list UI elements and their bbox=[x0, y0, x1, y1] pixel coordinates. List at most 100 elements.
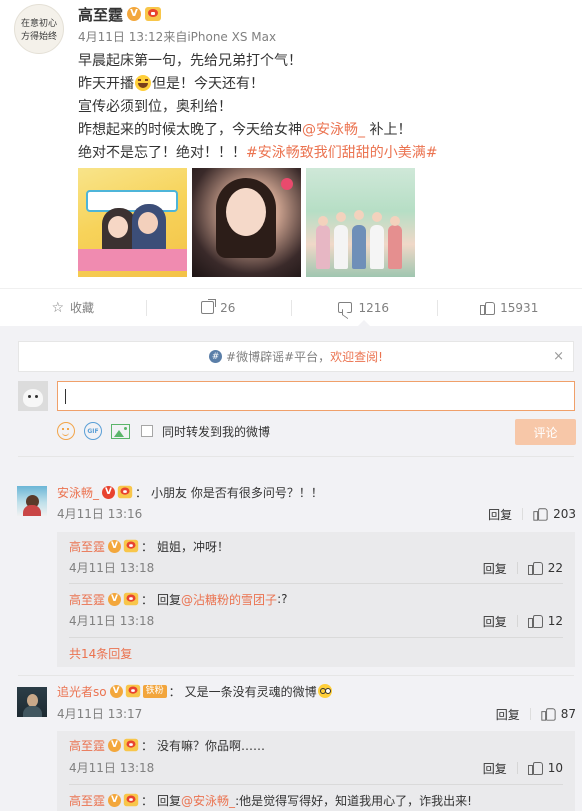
post-line: 昨想起来的时候太晚了，今天给女神@安泳畅_ 补上！ bbox=[78, 119, 568, 142]
close-icon[interactable]: × bbox=[553, 350, 564, 363]
fan-badge[interactable]: 铁粉 bbox=[142, 684, 167, 698]
like-icon[interactable] bbox=[533, 507, 548, 521]
member-icon[interactable] bbox=[123, 539, 139, 553]
member-icon[interactable] bbox=[145, 7, 162, 21]
author-avatar[interactable]: 在意初心 方得始终 bbox=[14, 4, 64, 54]
like-icon[interactable] bbox=[527, 561, 543, 575]
like-button[interactable]: 15931 bbox=[436, 289, 582, 326]
member-icon[interactable] bbox=[123, 793, 139, 807]
reply-content: 高至霆 V ： 回复 @沾糖粉的雪团子 :? bbox=[69, 590, 287, 608]
repost-checkbox[interactable] bbox=[141, 425, 153, 437]
avatar-calligraphy-line1: 在意初心 bbox=[21, 19, 58, 29]
post-time[interactable]: 4月11日 13:12 bbox=[78, 28, 163, 45]
colon-separator: ： bbox=[135, 485, 148, 500]
more-replies-link[interactable]: 共14条回复 bbox=[69, 645, 132, 662]
colon-separator: ： bbox=[141, 539, 154, 554]
member-icon[interactable] bbox=[123, 738, 139, 752]
comment-button[interactable]: 1216 bbox=[291, 289, 437, 327]
reply-box: 高至霆 V ： 姐姐，冲呀！ 4月11日 13:18 回复 22 高至霆 V ：… bbox=[57, 532, 575, 667]
reply-actions: 回复 22 bbox=[483, 560, 563, 576]
reply-content: 高至霆 V ： 没有嘛？你品啊…… bbox=[69, 736, 265, 754]
verified-icon[interactable]: V bbox=[109, 684, 123, 698]
reply-text: 没有嘛？你品啊…… bbox=[157, 738, 266, 753]
post-line: 昨天开播 但是！今天还有！ bbox=[78, 73, 568, 96]
reply-prefix: 回复 bbox=[157, 793, 182, 808]
image-icon[interactable] bbox=[111, 423, 130, 439]
mention-link[interactable]: @安泳畅_ bbox=[302, 122, 365, 138]
commenter-avatar[interactable] bbox=[17, 486, 47, 516]
glasses-emoji-icon bbox=[317, 684, 332, 698]
reply-author-name[interactable]: 高至霆 bbox=[69, 538, 105, 555]
comment-actions: 回复 203 bbox=[488, 506, 576, 522]
divider bbox=[516, 562, 518, 574]
commenter-name[interactable]: 安泳畅_ bbox=[57, 484, 99, 501]
divider bbox=[516, 615, 518, 627]
topic-link[interactable]: #安泳畅致我们甜甜的小美满# bbox=[246, 145, 437, 161]
mention-link[interactable]: @沾糖粉的雪团子 bbox=[181, 591, 277, 608]
commenter-avatar[interactable] bbox=[17, 687, 47, 717]
like-icon[interactable] bbox=[541, 707, 556, 721]
post-image-1[interactable] bbox=[78, 168, 187, 277]
reply-button[interactable]: 回复 bbox=[483, 613, 507, 630]
post-image-3[interactable] bbox=[306, 168, 415, 277]
member-icon[interactable] bbox=[123, 592, 139, 606]
repost-checkbox-label[interactable]: 同时转发到我的微博 bbox=[162, 423, 270, 440]
laugh-emoji-icon bbox=[135, 75, 151, 91]
comment-content: 安泳畅_ V ： 小朋友 你是否有很多问号？！！ bbox=[57, 483, 323, 501]
image-figure-shape bbox=[334, 225, 348, 269]
verified-icon[interactable]: V bbox=[108, 539, 122, 553]
reply-button[interactable]: 回复 bbox=[496, 706, 520, 723]
post-line: 绝对不是忘了！绝对！！！#安泳畅致我们甜甜的小美满# bbox=[78, 142, 568, 165]
like-icon[interactable] bbox=[527, 761, 543, 775]
mention-link[interactable]: @安泳畅_ bbox=[181, 792, 235, 809]
colon-separator: ： bbox=[141, 793, 154, 808]
comment-input[interactable] bbox=[57, 381, 575, 411]
colon-separator: ： bbox=[141, 592, 154, 607]
reply-author-name[interactable]: 高至霆 bbox=[69, 792, 105, 809]
commenter-name[interactable]: 追光者so bbox=[57, 683, 107, 700]
favorite-label: 收藏 bbox=[70, 301, 95, 315]
rumor-notice-bar: # #微博辟谣#平台， 欢迎查阅! × bbox=[18, 341, 574, 372]
favorite-button[interactable]: ☆ 收藏 bbox=[0, 289, 146, 326]
reply-button[interactable]: 回复 bbox=[488, 506, 512, 523]
member-icon[interactable] bbox=[125, 684, 140, 698]
reply-button[interactable]: 回复 bbox=[483, 560, 507, 577]
image-face-shape bbox=[336, 212, 346, 222]
post-text-segment: 早晨起床第一句，先给兄弟打个气！ bbox=[78, 53, 302, 69]
emoji-icon[interactable] bbox=[57, 422, 75, 440]
verified-icon[interactable]: V bbox=[127, 7, 142, 21]
divider bbox=[516, 762, 518, 774]
reply-prefix: 回复 bbox=[157, 592, 182, 607]
reply-button[interactable]: 回复 bbox=[483, 760, 507, 777]
reply-time: 4月11日 13:18 bbox=[69, 614, 155, 628]
post-image-2[interactable] bbox=[192, 168, 301, 277]
action-bar: ☆ 收藏 26 1216 15931 bbox=[0, 288, 582, 327]
like-icon[interactable] bbox=[527, 614, 543, 628]
repost-button[interactable]: 26 bbox=[145, 289, 292, 326]
heart-icon bbox=[281, 178, 293, 190]
author-name[interactable]: 高至霆 bbox=[78, 4, 123, 25]
verified-icon[interactable]: V bbox=[102, 485, 116, 499]
verified-icon[interactable]: V bbox=[108, 738, 122, 752]
post-text-segment: 补上！ bbox=[365, 122, 412, 138]
comment-icon bbox=[338, 302, 353, 313]
post-text-segment: 昨天开播 bbox=[78, 76, 134, 92]
image-figure-shape bbox=[370, 225, 384, 269]
current-user-avatar bbox=[18, 381, 48, 411]
post-text-segment: 昨想起来的时候太晚了，今天给女神 bbox=[78, 122, 302, 138]
rumor-link[interactable]: 欢迎查阅! bbox=[330, 348, 383, 365]
image-title-shape bbox=[78, 249, 187, 271]
comment-area: # #微博辟谣#平台， 欢迎查阅! × GIF 同时转发到我的微博 评论 安泳畅_… bbox=[0, 326, 582, 811]
reply-time: 4月11日 13:18 bbox=[69, 561, 155, 575]
reply-author-name[interactable]: 高至霆 bbox=[69, 737, 105, 754]
gif-icon[interactable]: GIF bbox=[84, 422, 102, 440]
reply-author-name[interactable]: 高至霆 bbox=[69, 591, 105, 608]
image-face-shape bbox=[390, 216, 400, 226]
submit-comment-button[interactable]: 评论 bbox=[515, 419, 576, 445]
member-icon[interactable] bbox=[117, 485, 133, 499]
verified-icon[interactable]: V bbox=[108, 793, 122, 807]
verified-icon[interactable]: V bbox=[108, 592, 122, 606]
comment-actions: 回复 87 bbox=[496, 706, 576, 722]
text-caret bbox=[65, 389, 66, 404]
image-face-shape bbox=[372, 212, 382, 222]
